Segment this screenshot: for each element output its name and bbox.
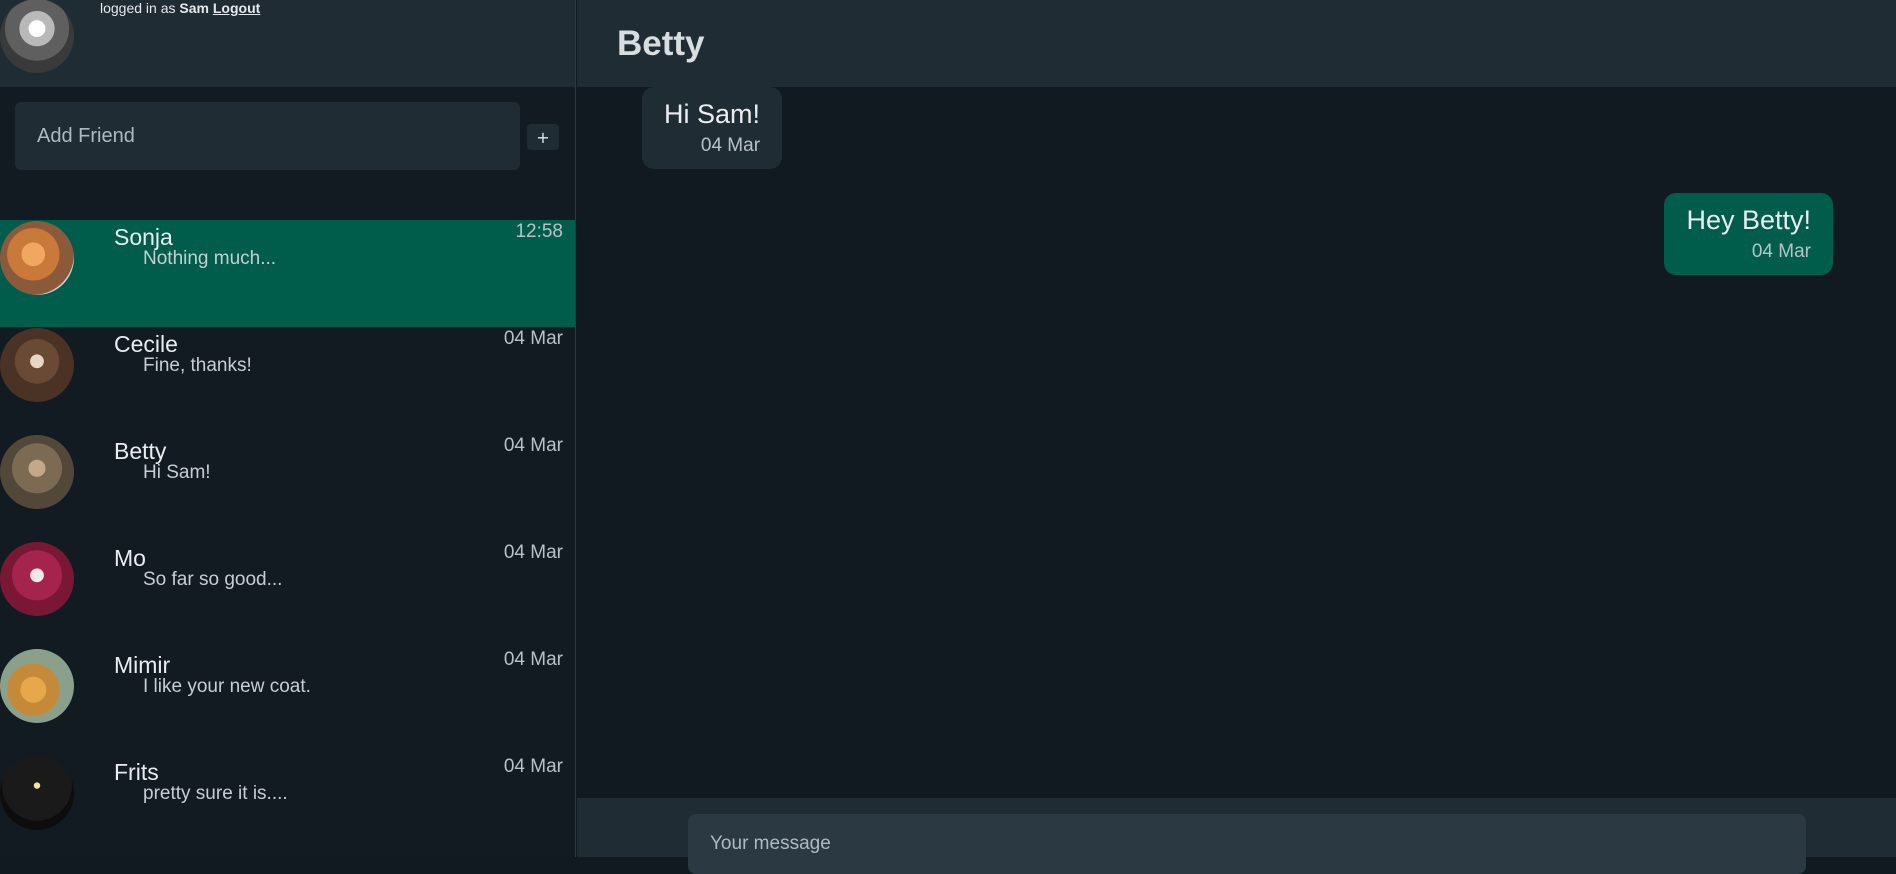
message-date: 04 Mar xyxy=(700,135,761,156)
contact-name: Frits xyxy=(114,759,159,785)
contact-time: 12:58 xyxy=(515,221,563,242)
user-avatar[interactable] xyxy=(0,0,74,73)
add-friend-button[interactable]: + xyxy=(527,124,559,150)
contact-item-frits[interactable]: Frits pretty sure it is.... 04 Mar xyxy=(0,755,575,862)
contact-name: Sonja xyxy=(114,224,173,250)
chat-title: Betty xyxy=(617,24,705,63)
contact-item-cecile[interactable]: Cecile Fine, thanks! 04 Mar xyxy=(0,327,575,434)
message-text: Hey Betty! xyxy=(1686,205,1811,235)
avatar xyxy=(0,756,74,830)
contact-list: Sonja Nothing much... 12:58 Cecile Fine,… xyxy=(0,220,575,862)
message-date: 04 Mar xyxy=(1751,241,1811,262)
contact-preview: Fine, thanks! xyxy=(143,355,252,376)
contact-preview: Nothing much... xyxy=(143,248,277,269)
contact-preview: pretty sure it is.... xyxy=(143,783,288,804)
contact-name: Cecile xyxy=(114,331,178,357)
contact-time: 04 Mar xyxy=(503,435,563,456)
contact-item-mo[interactable]: Mo So far so good... 04 Mar xyxy=(0,541,575,648)
contact-time: 04 Mar xyxy=(503,756,563,777)
add-friend-input[interactable] xyxy=(15,102,520,170)
contact-time: 04 Mar xyxy=(503,542,563,563)
message-text: Hi Sam! xyxy=(664,99,761,129)
contact-preview: So far so good... xyxy=(143,569,283,590)
message-input[interactable] xyxy=(688,814,1806,874)
avatar xyxy=(0,435,74,509)
contact-item-betty[interactable]: Betty Hi Sam! 04 Mar xyxy=(0,434,575,541)
logout-link[interactable]: Logout xyxy=(213,0,260,16)
login-prefix: logged in as xyxy=(100,0,176,16)
contact-name: Mimir xyxy=(114,652,171,678)
profile-bar: logged in as Sam Logout xyxy=(0,0,575,87)
contact-item-sonja[interactable]: Sonja Nothing much... 12:58 xyxy=(0,220,575,327)
message-area: Hi Sam! 04 Mar Hey Betty! 04 Mar xyxy=(577,87,1896,798)
avatar xyxy=(0,328,74,402)
contact-name: Betty xyxy=(114,438,167,464)
contact-time: 04 Mar xyxy=(503,649,563,670)
contact-preview: Hi Sam! xyxy=(143,462,211,483)
avatar xyxy=(0,649,74,723)
chat-header: Betty xyxy=(577,0,1896,87)
contact-item-mimir[interactable]: Mimir I like your new coat. 04 Mar xyxy=(0,648,575,755)
contact-name: Mo xyxy=(114,545,146,571)
contact-time: 04 Mar xyxy=(503,328,563,349)
username: Sam xyxy=(179,0,209,16)
login-status: logged in as Sam Logout xyxy=(100,0,260,16)
sidebar: logged in as Sam Logout + Sonja Nothing … xyxy=(0,0,576,857)
contact-preview: I like your new coat. xyxy=(143,676,311,697)
message-incoming: Hi Sam! 04 Mar xyxy=(642,87,783,169)
composer-bar xyxy=(577,798,1896,874)
message-outgoing: Hey Betty! 04 Mar xyxy=(1664,193,1833,275)
avatar xyxy=(0,542,74,616)
avatar xyxy=(0,221,74,295)
